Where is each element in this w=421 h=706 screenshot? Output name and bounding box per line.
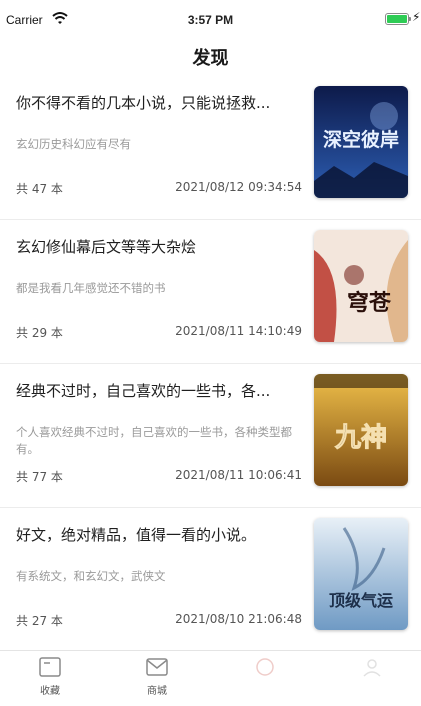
booklist-title: 玄幻修仙幕后文等等大杂烩 — [16, 238, 197, 256]
bottom-tab-bar: 收藏 商城 — [0, 650, 421, 706]
discover-icon — [256, 658, 274, 676]
booklist-date: 2021/08/11 10:06:41 — [175, 468, 302, 482]
book-count: 共 29 本 — [16, 326, 63, 340]
booklist-date: 2021/08/11 14:10:49 — [175, 324, 302, 338]
booklist-card[interactable]: 经典不过时，自己喜欢的一些书，各... 个人喜欢经典不过时，自己喜欢的一些书，各… — [0, 364, 421, 508]
booklist-title: 好文，绝对精品，值得一看的小说。 — [16, 526, 257, 544]
book-cover-image: 九神 — [314, 374, 408, 486]
cover-title-text: 穹苍 — [347, 290, 392, 316]
battery-icon — [385, 13, 409, 25]
book-count: 共 27 本 — [16, 614, 63, 628]
booklist-title: 你不得不看的几本小说，只能说拯救... — [16, 94, 271, 112]
tab-favorites[interactable]: 收藏 — [20, 657, 80, 697]
bookmark-box-icon — [39, 657, 61, 677]
booklist-card[interactable]: 玄幻修仙幕后文等等大杂烩 都是我看几年感觉还不错的书 共 29 本 2021/0… — [0, 220, 421, 364]
booklist-description: 玄幻历史科幻应有尽有 — [16, 137, 131, 151]
booklist-card[interactable]: 好文，绝对精品，值得一看的小说。 有系统文，和玄幻文，武侠文 共 27 本 20… — [0, 508, 421, 652]
booklist-date: 2021/08/10 21:06:48 — [175, 612, 302, 626]
booklist-description: 个人喜欢经典不过时，自己喜欢的一些书，各种类型都有。 — [16, 425, 292, 456]
tab-discover[interactable] — [235, 657, 295, 682]
charging-bolt-icon: ⚡ — [412, 10, 421, 24]
booklist-title: 经典不过时，自己喜欢的一些书，各... — [16, 382, 271, 400]
book-count: 共 77 本 — [16, 470, 63, 484]
page-title: 发现 — [192, 48, 229, 69]
cover-title-text: 深空彼岸 — [323, 128, 399, 151]
profile-icon — [363, 659, 381, 677]
status-bar: Carrier 3:57 PM ⚡ — [0, 0, 421, 40]
cover-title-text: 顶级气运 — [329, 591, 393, 610]
booklist-card[interactable]: 你不得不看的几本小说，只能说拯救... 玄幻历史科幻应有尽有 共 47 本 20… — [0, 76, 421, 220]
clock-time: 3:57 PM — [187, 13, 234, 27]
book-cover-image: 深空彼岸 — [314, 86, 408, 198]
cover-title-text: 九神 — [334, 423, 387, 453]
booklist-description: 有系统文，和玄幻文，武侠文 — [16, 569, 166, 583]
booklist-description: 都是我看几年感觉还不错的书 — [16, 281, 166, 295]
tab-shop-label: 商城 — [147, 686, 167, 697]
booklist-date: 2021/08/12 09:34:54 — [175, 180, 302, 194]
book-cover-image: 顶级气运 — [314, 518, 408, 630]
book-cover-image: 穹苍 — [314, 230, 408, 342]
tab-profile[interactable] — [342, 657, 402, 682]
booklist-list: 你不得不看的几本小说，只能说拯救... 玄幻历史科幻应有尽有 共 47 本 20… — [0, 76, 421, 652]
tab-shop[interactable]: 商城 — [127, 657, 187, 697]
battery-cap — [409, 17, 411, 21]
tab-favorites-label: 收藏 — [40, 686, 60, 697]
book-count: 共 47 本 — [16, 182, 63, 196]
mail-shop-icon — [146, 658, 168, 676]
